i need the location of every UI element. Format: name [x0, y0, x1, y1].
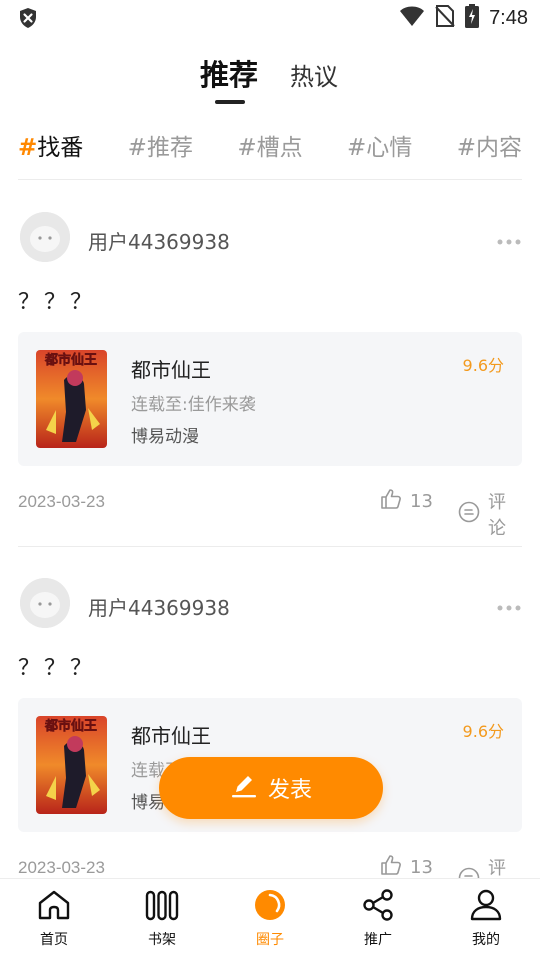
- nav-label: 我的: [472, 932, 500, 948]
- thumbs-up-icon: [380, 488, 402, 514]
- nav-promotion[interactable]: 推广: [338, 889, 418, 955]
- book-score: 9.6分: [462, 722, 504, 741]
- hashtag-tabs: #找番 #推荐 #槽点 #心情 #内容: [18, 128, 522, 164]
- like-button[interactable]: 13: [380, 488, 433, 514]
- book-cover: 都市仙王: [36, 350, 107, 448]
- book-status: 连载至:佳作来袭: [131, 395, 256, 415]
- more-options-icon[interactable]: [496, 232, 522, 245]
- divider: [18, 546, 522, 547]
- nav-label: 首页: [40, 932, 68, 948]
- active-tab-indicator: [215, 100, 245, 104]
- username[interactable]: 用户44369938: [88, 226, 230, 255]
- nav-label: 书架: [148, 932, 176, 948]
- avatar[interactable]: [20, 212, 70, 262]
- bottom-navigation: 首页 书架 圈子 推广 我的: [0, 878, 540, 960]
- top-tabs: 推荐 热议: [0, 48, 540, 108]
- tab-recommend[interactable]: 推荐: [200, 52, 258, 94]
- username[interactable]: 用户44369938: [88, 592, 230, 621]
- thumbs-up-icon: [380, 854, 402, 880]
- edit-pen-icon: [230, 772, 258, 804]
- nav-label: 推广: [364, 932, 392, 948]
- post-text: ？？？: [18, 656, 97, 681]
- home-icon: [37, 889, 71, 925]
- post-text: ？？？: [18, 290, 97, 315]
- book-title: 都市仙王: [131, 358, 211, 382]
- nav-profile[interactable]: 我的: [446, 889, 526, 955]
- book-cover: 都市仙王: [36, 716, 107, 814]
- nav-bookshelf[interactable]: 书架: [122, 889, 202, 955]
- like-count: 13: [410, 490, 433, 512]
- tag-content[interactable]: #内容: [457, 128, 522, 164]
- share-icon: [361, 889, 395, 925]
- publish-button[interactable]: 发表: [159, 757, 383, 819]
- shield-notification-icon: [18, 7, 38, 33]
- publish-label: 发表: [267, 778, 312, 803]
- tag-mood[interactable]: #心情: [347, 128, 412, 164]
- book-author: 博易动漫: [131, 427, 199, 447]
- like-count: 13: [410, 856, 433, 878]
- avatar[interactable]: [20, 578, 70, 628]
- wifi-icon: [399, 5, 425, 31]
- svg-text:都市仙王: 都市仙王: [44, 352, 97, 368]
- tag-recommend[interactable]: #推荐: [128, 128, 193, 164]
- comment-icon: [458, 501, 480, 527]
- divider: [18, 179, 522, 180]
- more-options-icon[interactable]: [496, 598, 522, 611]
- nav-label: 圈子: [256, 932, 284, 948]
- post-card[interactable]: 用户44369938 ？？？ 都市仙王 都市仙王: [18, 212, 522, 547]
- nav-circle[interactable]: 圈子: [230, 889, 310, 955]
- status-time: 7:48: [489, 6, 528, 29]
- post-date: 2023-03-23: [18, 492, 105, 511]
- like-button[interactable]: 13: [380, 854, 433, 880]
- comment-label: 评论: [488, 492, 506, 539]
- profile-icon: [469, 889, 503, 925]
- no-sim-icon: [435, 4, 455, 32]
- tag-complaints[interactable]: #槽点: [237, 128, 302, 164]
- bookshelf-icon: [145, 889, 179, 925]
- book-card[interactable]: 都市仙王 都市仙王 连载至:佳作来袭 博易动漫 9.6分: [18, 332, 522, 466]
- book-score: 9.6分: [462, 356, 504, 375]
- tab-hot-discussion[interactable]: 热议: [290, 57, 338, 92]
- circle-icon: [253, 889, 287, 925]
- svg-text:都市仙王: 都市仙王: [44, 718, 97, 734]
- comment-button[interactable]: 评论: [458, 488, 522, 540]
- post-card[interactable]: 用户44369938 ？？？ 都市仙王 都市仙王: [18, 578, 522, 908]
- post-date: 2023-03-23: [18, 858, 105, 877]
- tag-find-anime[interactable]: #找番: [18, 128, 83, 164]
- status-bar: 7:48: [0, 0, 540, 36]
- nav-home[interactable]: 首页: [14, 889, 94, 955]
- book-title: 都市仙王: [131, 724, 211, 748]
- battery-charging-icon: [465, 4, 480, 32]
